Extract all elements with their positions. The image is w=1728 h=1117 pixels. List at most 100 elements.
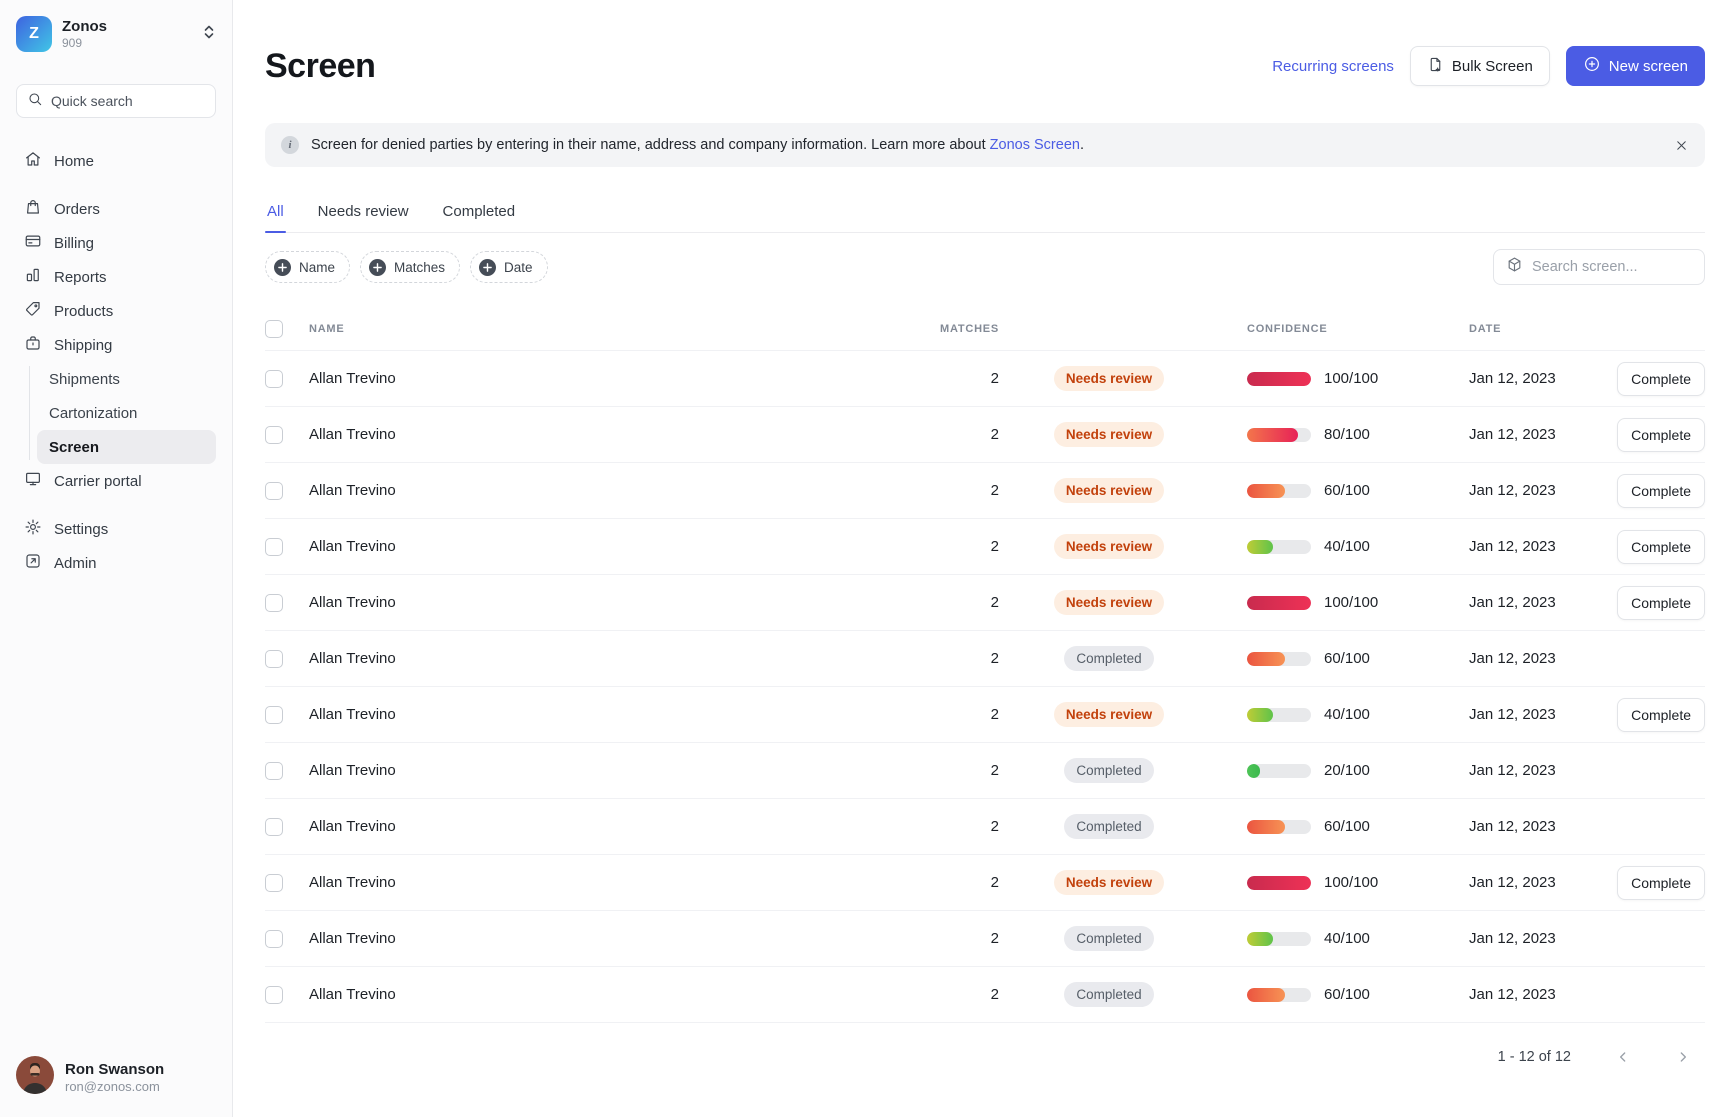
status-badge: Needs review [1054,590,1164,615]
complete-button[interactable]: Complete [1617,362,1705,396]
pagination: 1 - 12 of 12 [265,1037,1705,1077]
workspace-id: 909 [62,36,192,50]
sidebar-item-label: Screen [49,439,99,456]
tab-completed[interactable]: Completed [441,197,518,232]
zonos-logo: Z [16,16,52,52]
table-row: Allan Trevino 2 Needs review 100/100 Jan… [265,351,1705,407]
row-date: Jan 12, 2023 [1469,930,1609,947]
chevron-right-icon[interactable] [1675,1049,1691,1065]
row-date: Jan 12, 2023 [1469,986,1609,1003]
filter-chip-date[interactable]: Date [470,251,548,283]
table-row: Allan Trevino 2 Needs review 80/100 Jan … [265,407,1705,463]
row-matches: 2 [899,762,999,779]
user-name: Ron Swanson [65,1061,164,1078]
table-row: Allan Trevino 2 Completed 60/100 Jan 12,… [265,631,1705,687]
table-row: Allan Trevino 2 Needs review 100/100 Jan… [265,575,1705,631]
sidebar-item-home[interactable]: Home [16,144,216,178]
row-matches: 2 [899,930,999,947]
complete-button[interactable]: Complete [1617,530,1705,564]
complete-button[interactable]: Complete [1617,866,1705,900]
sidebar-item-label: Shipments [49,371,120,388]
sidebar-item-billing[interactable]: Billing [16,226,216,260]
sidebar-item-cartonization[interactable]: Cartonization [37,396,216,430]
sidebar-item-carrier-portal[interactable]: Carrier portal [16,464,216,498]
sidebar-item-products[interactable]: Products [16,294,216,328]
row-checkbox[interactable] [265,370,283,388]
confidence-bar [1247,372,1311,386]
row-checkbox[interactable] [265,706,283,724]
confidence-bar [1247,876,1311,890]
chevron-up-down-icon [202,24,216,45]
row-checkbox[interactable] [265,762,283,780]
table-row: Allan Trevino 2 Needs review 60/100 Jan … [265,463,1705,519]
complete-button[interactable]: Complete [1617,698,1705,732]
tab-all[interactable]: All [265,197,286,232]
row-checkbox[interactable] [265,930,283,948]
plus-icon [479,259,496,276]
tab-needs-review[interactable]: Needs review [316,197,411,232]
status-badge: Needs review [1054,870,1164,895]
confidence-value: 40/100 [1324,930,1370,947]
file-plus-icon [1427,56,1444,77]
status-badge: Needs review [1054,702,1164,727]
row-checkbox[interactable] [265,818,283,836]
row-matches: 2 [899,874,999,891]
filter-chips: Name Matches Date [265,251,1493,283]
complete-button[interactable]: Complete [1617,418,1705,452]
screen-search-input[interactable] [1532,259,1692,275]
workspace-switcher[interactable]: Z Zonos 909 [16,14,216,54]
sidebar-item-shipping[interactable]: Shipping [16,328,216,362]
table-body: Allan Trevino 2 Needs review 100/100 Jan… [265,351,1705,1023]
screen-search[interactable] [1493,249,1705,285]
cube-icon [1506,256,1523,278]
sidebar-item-orders[interactable]: Orders [16,192,216,226]
row-checkbox[interactable] [265,482,283,500]
quick-search-input[interactable] [51,93,205,109]
sidebar-item-reports[interactable]: Reports [16,260,216,294]
bulk-screen-button[interactable]: Bulk Screen [1410,46,1550,86]
row-checkbox[interactable] [265,426,283,444]
confidence-value: 100/100 [1324,594,1378,611]
confidence-value: 60/100 [1324,986,1370,1003]
quick-search[interactable] [16,84,216,118]
table-row: Allan Trevino 2 Needs review 40/100 Jan … [265,519,1705,575]
row-checkbox[interactable] [265,594,283,612]
row-name: Allan Trevino [309,370,899,387]
row-matches: 2 [899,370,999,387]
user-email: ron@zonos.com [65,1079,164,1094]
filter-chip-name[interactable]: Name [265,251,350,283]
confidence-bar [1247,708,1311,722]
confidence-value: 100/100 [1324,874,1378,891]
chevron-left-icon[interactable] [1615,1049,1631,1065]
home-icon [24,150,42,172]
new-screen-button[interactable]: New screen [1566,46,1705,86]
row-date: Jan 12, 2023 [1469,370,1609,387]
filter-chip-matches[interactable]: Matches [360,251,460,283]
sidebar-item-screen[interactable]: Screen [37,430,216,464]
sidebar-item-label: Cartonization [49,405,137,422]
confidence-fill [1247,596,1311,610]
select-all-checkbox[interactable] [265,320,283,338]
row-checkbox[interactable] [265,874,283,892]
sidebar-item-label: Products [54,303,113,320]
row-checkbox[interactable] [265,538,283,556]
zonos-screen-link[interactable]: Zonos Screen [990,137,1080,153]
screen-table: Name Matches Confidence Date Allan Trevi… [265,307,1705,1023]
sidebar-item-settings[interactable]: Settings [16,512,216,546]
user-menu[interactable]: Ron Swanson ron@zonos.com [16,1056,164,1099]
complete-button[interactable]: Complete [1617,586,1705,620]
sidebar-item-admin[interactable]: Admin [16,546,216,580]
confidence-bar [1247,932,1311,946]
status-badge: Needs review [1054,422,1164,447]
complete-button[interactable]: Complete [1617,474,1705,508]
row-checkbox[interactable] [265,986,283,1004]
table-row: Allan Trevino 2 Completed 20/100 Jan 12,… [265,743,1705,799]
row-checkbox[interactable] [265,650,283,668]
status-badge: Completed [1064,646,1153,671]
close-icon[interactable] [1674,138,1689,153]
row-name: Allan Trevino [309,930,899,947]
row-name: Allan Trevino [309,874,899,891]
row-date: Jan 12, 2023 [1469,818,1609,835]
recurring-screens-link[interactable]: Recurring screens [1272,58,1394,75]
sidebar-item-shipments[interactable]: Shipments [37,362,216,396]
